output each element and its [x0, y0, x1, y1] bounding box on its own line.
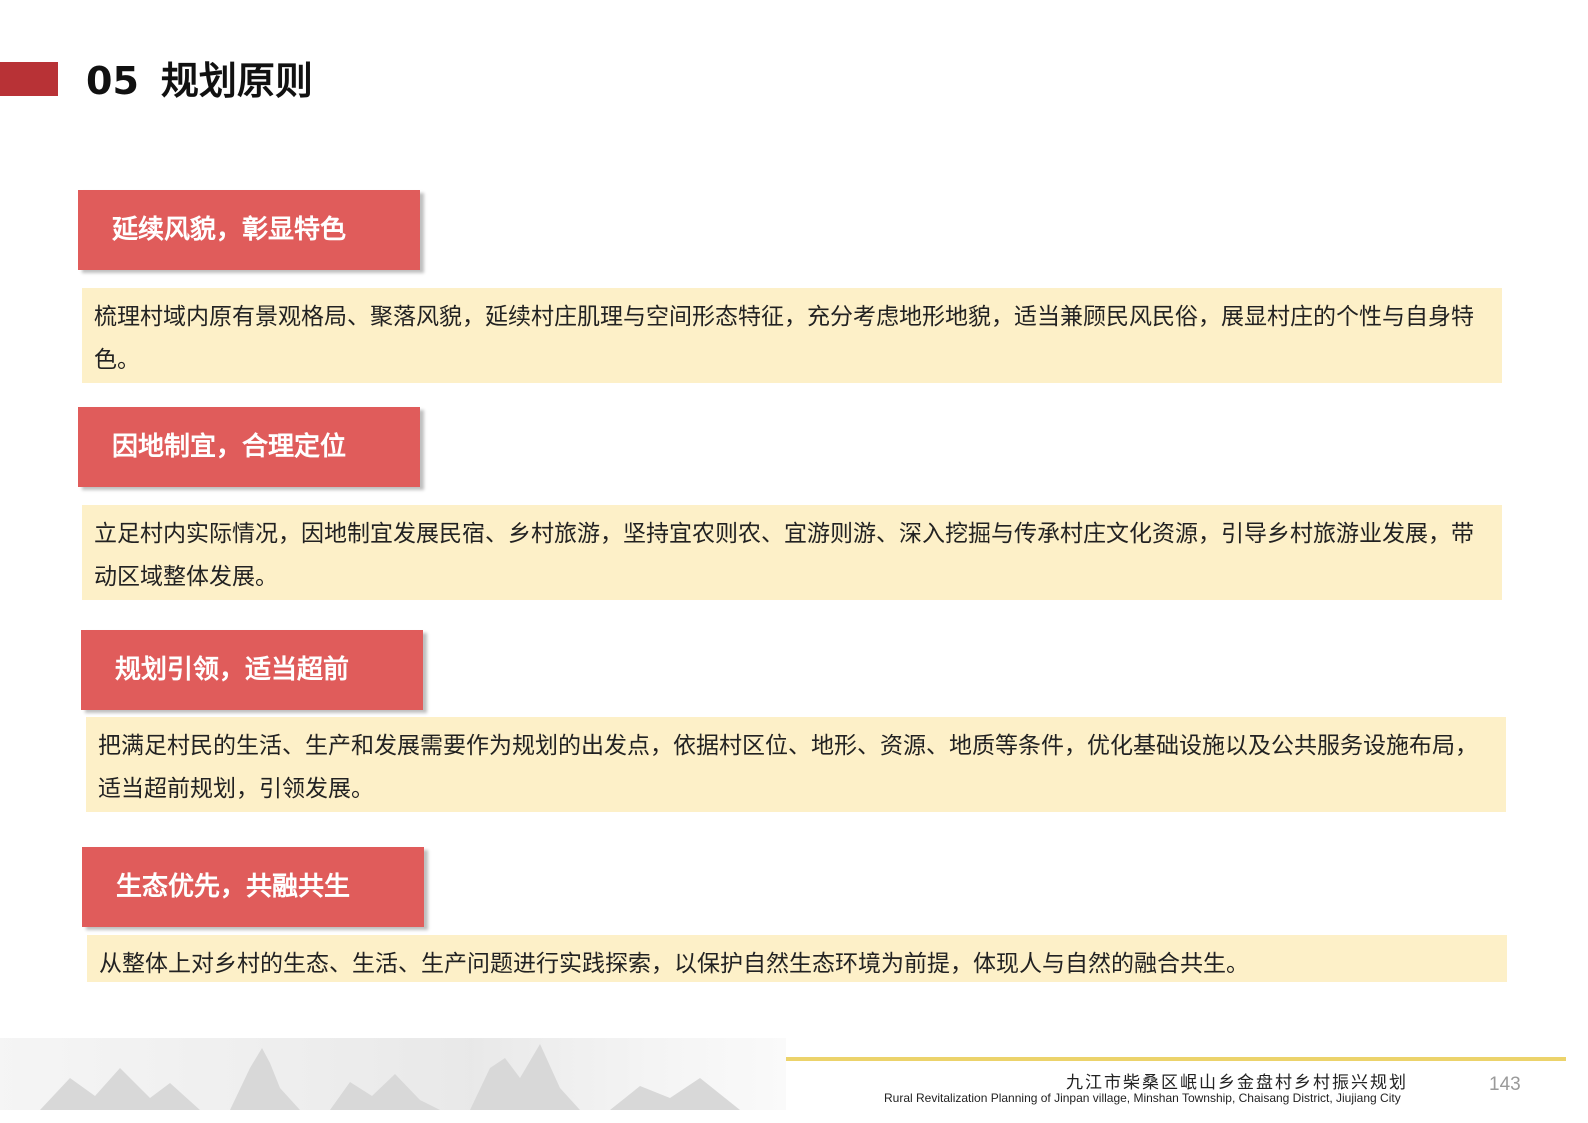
principle-description-3: 把满足村民的生活、生产和发展需要作为规划的出发点，依据村区位、地形、资源、地质等…	[86, 717, 1506, 812]
footer-project-title-cn: 九江市柴桑区岷山乡金盘村乡村振兴规划	[1066, 1073, 1408, 1093]
footer-divider	[786, 1057, 1566, 1061]
page-number: 143	[1489, 1074, 1521, 1095]
principle-heading-1: 延续风貌，彰显特色	[78, 190, 420, 270]
principle-description-4: 从整体上对乡村的生态、生活、生产问题进行实践探索，以保护自然生态环境为前提，体现…	[87, 935, 1507, 982]
principle-description-2: 立足村内实际情况，因地制宜发展民宿、乡村旅游，坚持宜农则农、宜游则游、深入挖掘与…	[82, 505, 1502, 600]
principle-description-1: 梳理村域内原有景观格局、聚落风貌，延续村庄肌理与空间形态特征，充分考虑地形地貌，…	[82, 288, 1502, 383]
decorative-silhouette-background	[0, 1038, 786, 1110]
principle-heading-3: 规划引领，适当超前	[81, 630, 423, 710]
principle-heading-2: 因地制宜，合理定位	[78, 407, 420, 487]
footer-project-title-en: Rural Revitalization Planning of Jinpan …	[884, 1091, 1401, 1105]
section-number: 05	[86, 59, 139, 103]
section-title: 规划原则	[160, 59, 313, 103]
title-accent-bar	[0, 62, 58, 96]
principle-heading-4: 生态优先，共融共生	[82, 847, 424, 927]
page-title: 05 规划原则	[86, 56, 313, 106]
